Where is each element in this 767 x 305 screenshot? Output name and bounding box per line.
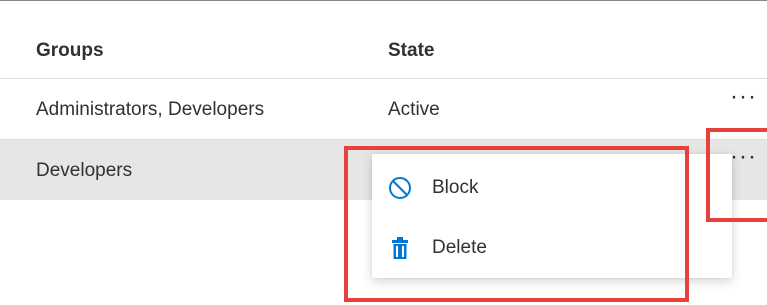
more-actions-button[interactable]: ··· [730,85,767,116]
menu-item-label: Delete [432,237,487,258]
context-menu: Block Delete [372,154,732,278]
groups-cell: Developers [36,160,133,181]
trash-icon [388,236,412,260]
state-cell: Active [388,99,440,120]
top-divider [0,0,767,1]
block-icon [388,176,412,200]
column-header-state[interactable]: State [388,39,434,63]
menu-item-delete[interactable]: Delete [372,218,732,278]
column-header-groups[interactable]: Groups [36,39,104,63]
menu-item-block[interactable]: Block [372,158,732,218]
table-header: Groups State [0,8,767,79]
menu-item-label: Block [432,177,479,198]
table-row[interactable]: Administrators, Developers Active ··· [0,79,767,140]
groups-cell: Administrators, Developers [36,99,265,120]
more-actions-button[interactable]: ··· [730,145,767,176]
